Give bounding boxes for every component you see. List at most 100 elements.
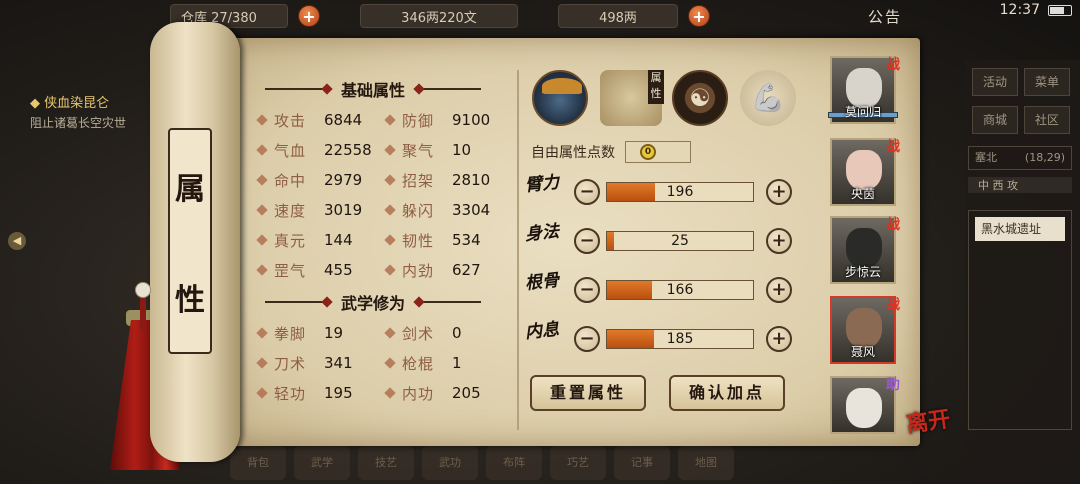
- battle-tag: 战: [886, 57, 900, 73]
- attribute-row-agility: 身法 − 25 +: [524, 222, 796, 259]
- free-points-box: 0: [625, 141, 691, 163]
- stat-lightness: 轻功 195: [256, 382, 353, 404]
- stat-gang-qi: 罡气 455: [256, 259, 353, 281]
- attribute-bar: 196: [606, 182, 754, 202]
- location-coords: (18,29): [1024, 151, 1065, 164]
- martial-arts-title: 武学修为: [258, 291, 488, 313]
- free-points-row: 自由属性点数 0: [531, 141, 691, 163]
- attribute-row-constitution: 根骨 − 166 +: [524, 270, 796, 308]
- add-storage-button[interactable]: +: [298, 5, 320, 27]
- menu-button[interactable]: 菜单: [1024, 68, 1070, 96]
- decrease-arm-button[interactable]: −: [574, 179, 600, 205]
- community-button[interactable]: 社区: [1024, 106, 1070, 134]
- attribute-name: 臂力: [524, 172, 561, 196]
- announcement-button[interactable]: 公告: [868, 6, 902, 27]
- decrease-agility-button[interactable]: −: [574, 228, 600, 254]
- silver-counter: 346两220文: [360, 4, 518, 28]
- tassel-bead: [135, 282, 151, 298]
- stat-inner-art: 内功 205: [384, 382, 481, 404]
- gold-counter: 498两: [558, 4, 678, 28]
- attribute-row-breath: 内息 − 185 +: [524, 320, 796, 357]
- increase-agility-button[interactable]: +: [766, 228, 792, 254]
- stat-attack: 攻击 6844: [256, 109, 362, 131]
- character-slot[interactable]: 战 步惊云: [830, 216, 900, 284]
- character-slot[interactable]: 助: [830, 376, 900, 434]
- battle-tag: 战: [886, 217, 900, 233]
- stat-gather: 聚气 10: [384, 139, 471, 161]
- stat-parry: 招架 2810: [384, 169, 490, 191]
- quest-desc: 阻止诸葛长空灾世: [30, 116, 127, 130]
- character-name: 聂风: [850, 345, 875, 359]
- coin-icon: 0: [640, 144, 656, 160]
- leave-button[interactable]: 离开: [904, 401, 952, 439]
- increase-constitution-button[interactable]: +: [766, 277, 792, 303]
- map-place[interactable]: 黑水城遗址: [975, 217, 1065, 241]
- decrease-breath-button[interactable]: −: [574, 326, 600, 352]
- attribute-bar: 166: [606, 280, 754, 300]
- bagua-tab-icon[interactable]: [672, 70, 728, 126]
- increase-arm-button[interactable]: +: [766, 179, 792, 205]
- character-tab-icon[interactable]: [532, 70, 588, 126]
- panel-divider: [517, 70, 519, 430]
- attribute-row-arm: 臂力 − 196 +: [524, 172, 796, 210]
- scroll-title-char: 属: [175, 171, 205, 207]
- attribute-tab-label: 属性: [648, 70, 664, 104]
- stat-inner-force: 内劲 627: [384, 259, 481, 281]
- bottom-button[interactable]: 地图: [678, 446, 734, 480]
- quest-tracker[interactable]: ◆ 侠血染昆仑 阻止诸葛长空灾世: [30, 92, 170, 131]
- character-name: 步惊云: [844, 265, 881, 279]
- attribute-bar: 185: [606, 329, 754, 349]
- bottom-button[interactable]: 记事: [614, 446, 670, 480]
- bottom-button[interactable]: 布阵: [486, 446, 542, 480]
- support-tag: 助: [886, 377, 900, 393]
- bottom-button[interactable]: 巧艺: [550, 446, 606, 480]
- battle-tag: 战: [886, 139, 900, 155]
- attribute-value: 166: [666, 282, 694, 298]
- top-resource-bar: 仓库 27/380 + 346两220文 498两 +: [140, 0, 1080, 32]
- stat-fist: 拳脚 19: [256, 322, 343, 344]
- stat-blade: 刀术 341: [256, 352, 353, 374]
- attribute-bar: 25: [606, 231, 754, 251]
- location-name: 塞北: [975, 151, 997, 164]
- quest-title: ◆ 侠血染昆仑: [30, 96, 110, 111]
- bottom-button[interactable]: 背包: [230, 446, 286, 480]
- bottom-bar: 背包 武学 技艺 武功 布阵 巧艺 记事 地图: [190, 442, 950, 484]
- attribute-value: 185: [666, 331, 694, 347]
- stat-hp: 气血 22558: [256, 139, 372, 161]
- character-name: 莫问归: [844, 105, 881, 119]
- attribute-value: 25: [671, 233, 689, 249]
- scroll-title-char: 性: [175, 282, 205, 318]
- bottom-button[interactable]: 技艺: [358, 446, 414, 480]
- shop-button[interactable]: 商城: [972, 106, 1018, 134]
- battery-icon: [1048, 5, 1072, 16]
- clock: 12:37: [999, 2, 1040, 18]
- character-slot[interactable]: 战 莫问归: [828, 56, 900, 124]
- attribute-value: 196: [666, 184, 694, 200]
- character-slot[interactable]: 战 央茵: [830, 138, 900, 206]
- stat-defense: 防御 9100: [384, 109, 490, 131]
- confirm-points-button[interactable]: 确认加点: [669, 375, 785, 411]
- stat-speed: 速度 3019: [256, 199, 362, 221]
- battle-tag: 战: [886, 297, 900, 313]
- character-slot-selected[interactable]: 战 聂风: [830, 296, 900, 364]
- bottom-button[interactable]: 武功: [422, 446, 478, 480]
- attribute-tab-icon[interactable]: 属性: [600, 70, 664, 126]
- stat-true-essence: 真元 144: [256, 229, 353, 251]
- add-gold-button[interactable]: +: [688, 5, 710, 27]
- stat-sword: 剑术 0: [384, 322, 462, 344]
- map-tabs[interactable]: 中 西 攻: [968, 177, 1072, 193]
- free-points-label: 自由属性点数: [531, 145, 615, 161]
- meridian-tab-icon[interactable]: [740, 70, 796, 126]
- reset-attributes-button[interactable]: 重置属性: [530, 375, 646, 411]
- map-panel: 黑水城遗址: [968, 210, 1072, 430]
- stat-spear: 枪棍 1: [384, 352, 462, 374]
- activity-button[interactable]: 活动: [972, 68, 1018, 96]
- stat-toughness: 韧性 534: [384, 229, 481, 251]
- decrease-constitution-button[interactable]: −: [574, 277, 600, 303]
- collapse-arrow-icon[interactable]: ◀: [8, 232, 26, 250]
- bottom-button[interactable]: 武学: [294, 446, 350, 480]
- location-box: 塞北 (18,29): [968, 146, 1072, 170]
- attribute-name: 根骨: [524, 270, 561, 294]
- basic-attributes-title: 基础属性: [258, 78, 488, 100]
- increase-breath-button[interactable]: +: [766, 326, 792, 352]
